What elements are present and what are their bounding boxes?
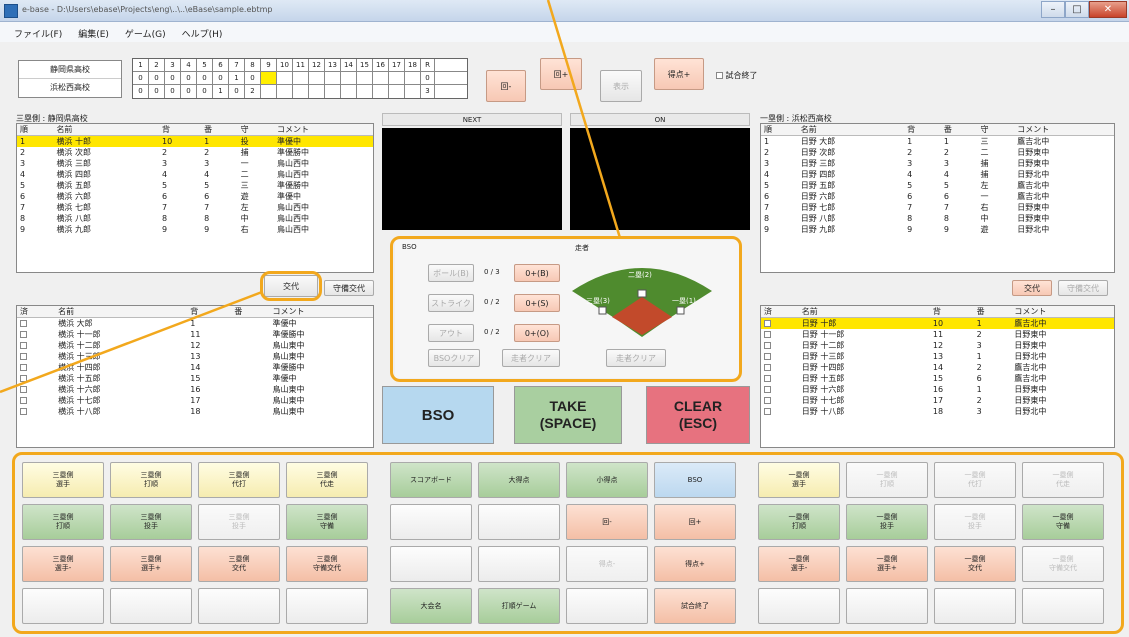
app-window: e-base - D:\Users\ebase\Projects\eng\..\… [0, 0, 1129, 637]
annotation-arrow-bso [546, 0, 622, 239]
annotation-arrow-substitute [0, 290, 263, 394]
annotation-arrows [0, 0, 622, 394]
